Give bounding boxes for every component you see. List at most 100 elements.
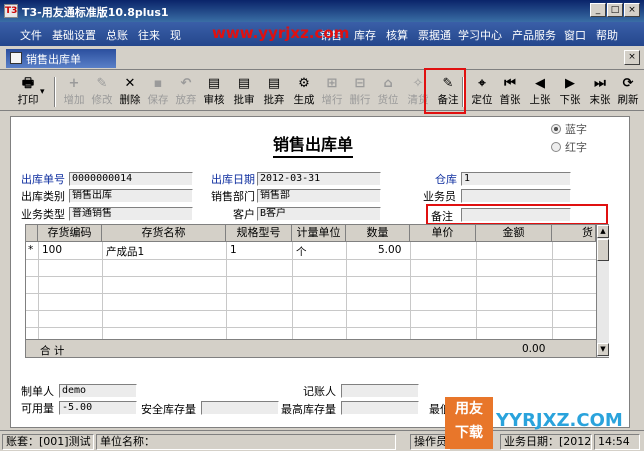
- radio-blue-label: 蓝字: [565, 123, 587, 136]
- toolbar-label: 批审: [233, 94, 255, 106]
- toolbar-label: 刷新: [617, 94, 639, 106]
- delete-icon: ✕: [124, 76, 136, 91]
- menu-services[interactable]: 产品服务: [512, 27, 556, 43]
- cell-unit[interactable]: 个: [296, 244, 307, 259]
- toolbar-button-delete-row[interactable]: ⊟ 删行: [346, 75, 374, 109]
- toolbar-label: 修改: [91, 94, 113, 106]
- toolbar-label: 删除: [119, 94, 141, 106]
- toolbar-button-generate[interactable]: ⚙ 生成: [290, 75, 318, 109]
- status-account: 账套：[001]测试: [2, 434, 94, 450]
- first-icon: ⏮: [504, 76, 516, 91]
- header-price[interactable]: 单价: [410, 225, 476, 242]
- toolbar-button-audit[interactable]: ▤ 审核: [200, 75, 228, 109]
- total-row: 合 计 0.00: [26, 339, 596, 357]
- menu-bills[interactable]: 票据通: [418, 27, 451, 43]
- toolbar-button-add-row[interactable]: ⊞ 增行: [318, 75, 346, 109]
- toolbar-button-refresh[interactable]: ⟳ 刷新: [614, 75, 642, 109]
- dropdown-arrow-icon[interactable]: ▾: [40, 87, 45, 97]
- toolbar-button-location[interactable]: ⌂ 货位: [374, 75, 402, 109]
- radio-blue[interactable]: 蓝字: [551, 121, 587, 137]
- toolbar-label: 末张: [589, 94, 611, 106]
- menu-cash[interactable]: 现: [170, 27, 181, 43]
- menu-accounting[interactable]: 核算: [386, 27, 408, 43]
- menu-learning[interactable]: 学习中心: [458, 27, 502, 43]
- sales-dept-field[interactable]: 销售部: [257, 189, 381, 203]
- toolbar-button-batch-audit[interactable]: ▤ 批审: [230, 75, 258, 109]
- total-label: 合 计: [40, 345, 65, 357]
- biz-type-label: 业务类型: [21, 208, 65, 221]
- cell-item-code[interactable]: 100: [42, 244, 62, 256]
- header-item-code[interactable]: 存货编码: [38, 225, 102, 242]
- header-spec[interactable]: 规格型号: [226, 225, 292, 242]
- vertical-scrollbar[interactable]: ▲ ▼: [596, 225, 609, 357]
- header-unit[interactable]: 计量单位: [292, 225, 346, 242]
- toolbar-button-save[interactable]: ▪ 保存: [144, 75, 172, 109]
- header-qty[interactable]: 数量: [346, 225, 410, 242]
- batch-abandon-icon: ▤: [267, 76, 281, 91]
- toolbar-button-batch-abandon[interactable]: ▤ 批弃: [260, 75, 288, 109]
- out-date-field[interactable]: 2012-03-31: [257, 172, 381, 186]
- warehouse-label: 仓库: [435, 173, 457, 186]
- toolbar-button-printer[interactable]: 🖶 打印 ▾: [8, 75, 48, 109]
- batch-audit-icon: ▤: [237, 76, 251, 91]
- logo-line2: 下载: [455, 425, 483, 441]
- document-tab-bar: 销售出库单 ×: [0, 46, 644, 70]
- highlight-box-note-button: [424, 68, 466, 114]
- grid-header: 存货编码 存货名称 规格型号 计量单位 数量 单价 金额 货: [26, 225, 596, 242]
- minimize-button[interactable]: _: [590, 3, 606, 17]
- salesman-field[interactable]: [461, 189, 571, 203]
- out-type-field[interactable]: 销售出库: [69, 189, 193, 203]
- toolbar-button-locate[interactable]: ⌖ 定位: [468, 75, 496, 109]
- toolbar-label: 生成: [293, 94, 315, 106]
- toolbar-label: 增行: [321, 94, 343, 106]
- safety-stock-field: [201, 401, 279, 415]
- tab-sales-outbound[interactable]: 销售出库单: [6, 49, 116, 68]
- radio-red[interactable]: 红字: [551, 139, 587, 155]
- toolbar-button-edit[interactable]: ✎ 修改: [88, 75, 116, 109]
- header-item-name[interactable]: 存货名称: [102, 225, 226, 242]
- scroll-thumb[interactable]: [597, 239, 609, 261]
- toolbar-button-first[interactable]: ⏮ 首张: [496, 75, 524, 109]
- inventory-grid: 存货编码 存货名称 规格型号 计量单位 数量 单价 金额 货 * 100 产成品…: [25, 224, 609, 358]
- scroll-down-icon[interactable]: ▼: [597, 343, 609, 356]
- toolbar-button-prev[interactable]: ◀ 上张: [526, 75, 554, 109]
- toolbar-label: 首张: [499, 94, 521, 106]
- menu-basic-settings[interactable]: 基础设置: [52, 27, 96, 43]
- yonyou-download-logo: 用友 下载: [445, 397, 493, 449]
- cell-qty[interactable]: 5.00: [378, 244, 401, 256]
- menu-ledger[interactable]: 总账: [106, 27, 128, 43]
- toolbar-button-next[interactable]: ▶ 下张: [556, 75, 584, 109]
- toolbar-label: 放弃: [175, 94, 197, 106]
- biz-type-field[interactable]: 普通销售: [69, 207, 193, 221]
- status-time: 14:54: [594, 434, 640, 450]
- cell-item-name[interactable]: 产成品1: [106, 244, 144, 259]
- out-no-field[interactable]: 0000000014: [69, 172, 193, 186]
- max-stock-label: 最高库存量: [281, 403, 336, 416]
- tab-label: 销售出库单: [26, 53, 81, 66]
- header-amount[interactable]: 金额: [476, 225, 552, 242]
- scroll-up-icon[interactable]: ▲: [597, 225, 609, 238]
- menu-file[interactable]: 文件: [20, 27, 42, 43]
- header-more[interactable]: 货: [552, 225, 596, 242]
- menu-help[interactable]: 帮助: [596, 27, 618, 43]
- toolbar-separator: [54, 77, 56, 107]
- toolbar-button-last[interactable]: ⏭ 末张: [586, 75, 614, 109]
- toolbar: 🖶 打印 ▾ + 增加 ✎ 修改 ✕ 删除 ▪ 保存 ↶ 放弃 ▤ 审核 ▤ 批审 ▤ 批弃 ⚙ 生成 ⊞ 增行 ⊟ 删行 ⌂ 货位…: [0, 71, 644, 111]
- menu-payables[interactable]: 往来: [138, 27, 160, 43]
- menu-window[interactable]: 窗口: [564, 27, 586, 43]
- cell-spec[interactable]: 1: [230, 244, 237, 256]
- toolbar-button-add[interactable]: + 增加: [60, 75, 88, 109]
- close-window-button[interactable]: ×: [624, 3, 640, 17]
- salesman-label: 业务员: [423, 190, 456, 203]
- maximize-button[interactable]: □: [607, 3, 623, 17]
- toolbar-button-delete[interactable]: ✕ 删除: [116, 75, 144, 109]
- toolbar-button-discard[interactable]: ↶ 放弃: [172, 75, 200, 109]
- warehouse-field[interactable]: 1: [461, 172, 571, 186]
- add-icon: +: [68, 76, 80, 91]
- status-unit: 单位名称：: [96, 434, 396, 450]
- close-document-button[interactable]: ×: [624, 50, 640, 65]
- menu-inventory[interactable]: 库存: [354, 27, 376, 43]
- customer-field[interactable]: B客户: [257, 207, 381, 221]
- toolbar-label: 定位: [471, 94, 493, 106]
- radio-red-label: 红字: [565, 141, 587, 154]
